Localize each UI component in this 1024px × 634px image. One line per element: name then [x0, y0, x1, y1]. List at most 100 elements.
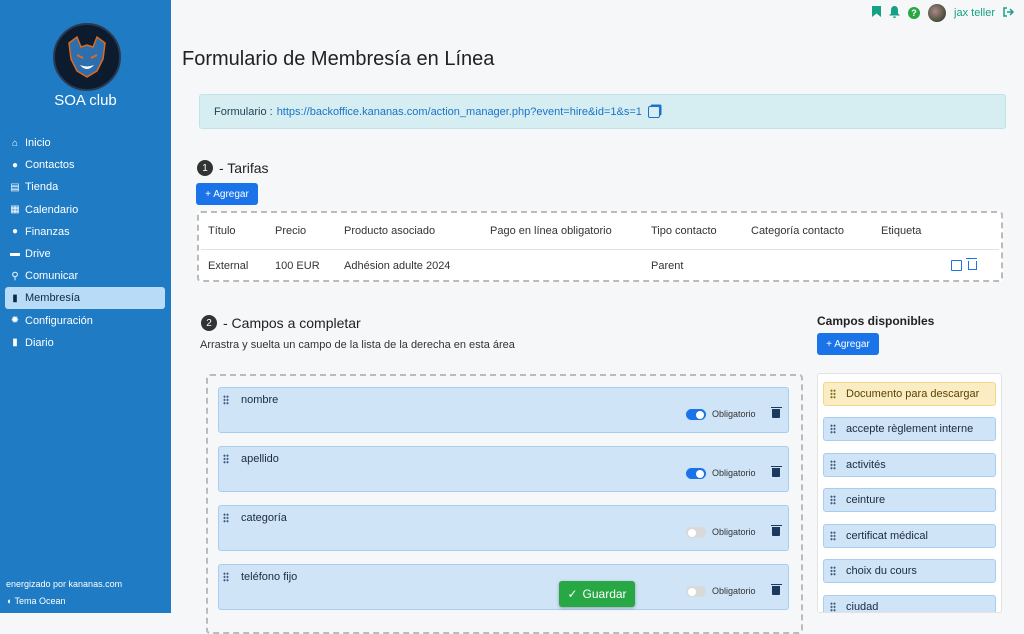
sidebar-item-membresia[interactable]: ▮ Membresía	[5, 287, 165, 310]
piggy-bank-icon: ●	[11, 226, 19, 238]
field-card-categoria[interactable]: categoría Obligatorio	[218, 505, 789, 551]
sidebar-item-configuracion[interactable]: ✹ Configuración	[5, 310, 165, 332]
field-name: teléfono fijo	[241, 571, 298, 583]
book-icon: ▮	[12, 337, 18, 349]
column-header: Precio	[275, 225, 307, 237]
trash-icon[interactable]	[770, 406, 782, 418]
edit-icon[interactable]	[951, 260, 962, 271]
save-button[interactable]: ✓ Guardar	[559, 581, 635, 607]
theme-switch[interactable]: ◖ Tema Ocean	[6, 596, 65, 606]
copy-icon[interactable]	[647, 105, 660, 118]
topbar: ? jax teller	[872, 4, 1015, 22]
trash-icon[interactable]	[770, 583, 782, 595]
drag-handle-icon[interactable]	[830, 495, 836, 505]
drag-handle-icon[interactable]	[830, 460, 836, 470]
available-field-item[interactable]: ceinture	[823, 488, 996, 512]
sidebar-item-label: Diario	[25, 336, 54, 349]
available-field-label: activités	[846, 459, 886, 471]
avatar[interactable]	[928, 4, 947, 22]
cell-producto: Adhésion adulte 2024	[344, 260, 451, 272]
sidebar-item-contactos[interactable]: ● Contactos	[5, 154, 165, 176]
bookmark-icon[interactable]	[872, 6, 882, 20]
available-field-item[interactable]: Documento para descargar	[823, 382, 996, 406]
field-name: categoría	[241, 512, 287, 524]
sidebar-item-label: Inicio	[25, 137, 51, 149]
drag-handle-icon[interactable]	[830, 602, 836, 612]
sidebar-item-label: Comunicar	[25, 270, 79, 283]
section-number: 1	[197, 160, 213, 176]
required-label: Obligatorio	[712, 409, 756, 419]
user-name[interactable]: jax teller	[954, 7, 995, 19]
section-campos-title: 2 - Campos a completar	[201, 315, 361, 331]
required-toggle[interactable]	[686, 409, 706, 420]
sidebar-item-label: Membresía	[25, 292, 81, 305]
sidebar-item-tienda[interactable]: ▤ Tienda	[5, 176, 165, 198]
field-card-nombre[interactable]: nombre Obligatorio	[218, 387, 789, 433]
sidebar-item-drive[interactable]: ▬ Drive	[5, 243, 165, 265]
available-field-item[interactable]: activités	[823, 453, 996, 477]
field-card-telefono-fijo[interactable]: teléfono fijo Obligatorio	[218, 564, 789, 610]
required-toggle[interactable]	[686, 586, 706, 597]
help-icon[interactable]: ?	[908, 7, 921, 19]
club-logo[interactable]	[53, 23, 121, 91]
available-field-item[interactable]: accepte règlement interne	[823, 417, 996, 441]
section-label: - Campos a completar	[223, 315, 361, 331]
available-fields-title: Campos disponibles	[817, 314, 935, 328]
drag-instructions: Arrastra y suelta un campo de la lista d…	[200, 339, 515, 351]
add-field-button[interactable]: + Agregar	[817, 333, 879, 355]
store-icon: ▤	[10, 181, 20, 193]
drag-handle-icon[interactable]	[223, 572, 229, 582]
broadcast-icon: ⚲	[11, 270, 19, 282]
form-url-link[interactable]: https://backoffice.kananas.com/action_ma…	[277, 106, 642, 118]
drag-handle-icon[interactable]	[223, 454, 229, 464]
sidebar-item-label: Finanzas	[25, 225, 70, 238]
sidebar-item-diario[interactable]: ▮ Diario	[5, 332, 165, 354]
required-toggle[interactable]	[686, 527, 706, 538]
available-field-item[interactable]: choix du cours	[823, 559, 996, 583]
cell-titulo: External	[208, 260, 249, 272]
available-field-label: ceinture	[846, 494, 886, 506]
sidebar-item-label: Drive	[25, 247, 51, 260]
sidebar-item-inicio[interactable]: ⌂ Inicio	[5, 132, 165, 154]
sidebar-item-label: Configuración	[25, 314, 93, 327]
club-name: SOA club	[54, 92, 117, 109]
form-label: Formulario :	[214, 105, 273, 118]
drag-handle-icon[interactable]	[223, 395, 229, 405]
sidebar-item-label: Contactos	[25, 159, 75, 172]
sidebar-item-comunicar[interactable]: ⚲ Comunicar	[5, 265, 165, 287]
sidebar-item-calendario[interactable]: ▦ Calendario	[5, 199, 165, 221]
add-tarifa-button[interactable]: + Agregar	[196, 183, 258, 205]
available-field-item[interactable]: certificat médical	[823, 524, 996, 548]
trash-icon[interactable]	[770, 524, 782, 536]
section-number: 2	[201, 315, 217, 331]
theme-label: Tema Ocean	[14, 596, 66, 606]
available-field-label: accepte règlement interne	[846, 423, 974, 435]
field-name: nombre	[241, 394, 279, 406]
drag-handle-icon[interactable]	[830, 566, 836, 576]
column-header: Título	[208, 225, 236, 237]
bell-icon[interactable]	[889, 5, 901, 21]
column-header: Categoría contacto	[751, 225, 844, 237]
cell-precio: 100 EUR	[275, 260, 320, 272]
sidebar-item-finanzas[interactable]: ● Finanzas	[5, 221, 165, 243]
required-toggle[interactable]	[686, 468, 706, 479]
drag-handle-icon[interactable]	[830, 389, 836, 399]
required-label: Obligatorio	[712, 468, 756, 478]
available-field-item[interactable]: ciudad	[823, 595, 996, 612]
page-title: Formulario de Membresía en Línea	[182, 48, 495, 70]
drag-handle-icon[interactable]	[830, 424, 836, 434]
available-field-label: Documento para descargar	[846, 388, 980, 400]
powered-by[interactable]: energizado por kananas.com	[6, 579, 122, 589]
trash-icon[interactable]	[966, 258, 977, 270]
tarifas-table: Título Precio Producto asociado Pago en …	[197, 211, 1003, 282]
drag-handle-icon[interactable]	[223, 513, 229, 523]
field-card-apellido[interactable]: apellido Obligatorio	[218, 446, 789, 492]
logout-icon[interactable]	[1003, 6, 1015, 20]
trash-icon[interactable]	[770, 465, 782, 477]
available-fields-list: Documento para descargar accepte règleme…	[817, 373, 1002, 613]
required-label: Obligatorio	[712, 527, 756, 537]
row-divider	[201, 249, 999, 250]
check-icon: ✓	[567, 587, 578, 601]
drag-handle-icon[interactable]	[830, 531, 836, 541]
available-field-label: choix du cours	[846, 565, 917, 577]
